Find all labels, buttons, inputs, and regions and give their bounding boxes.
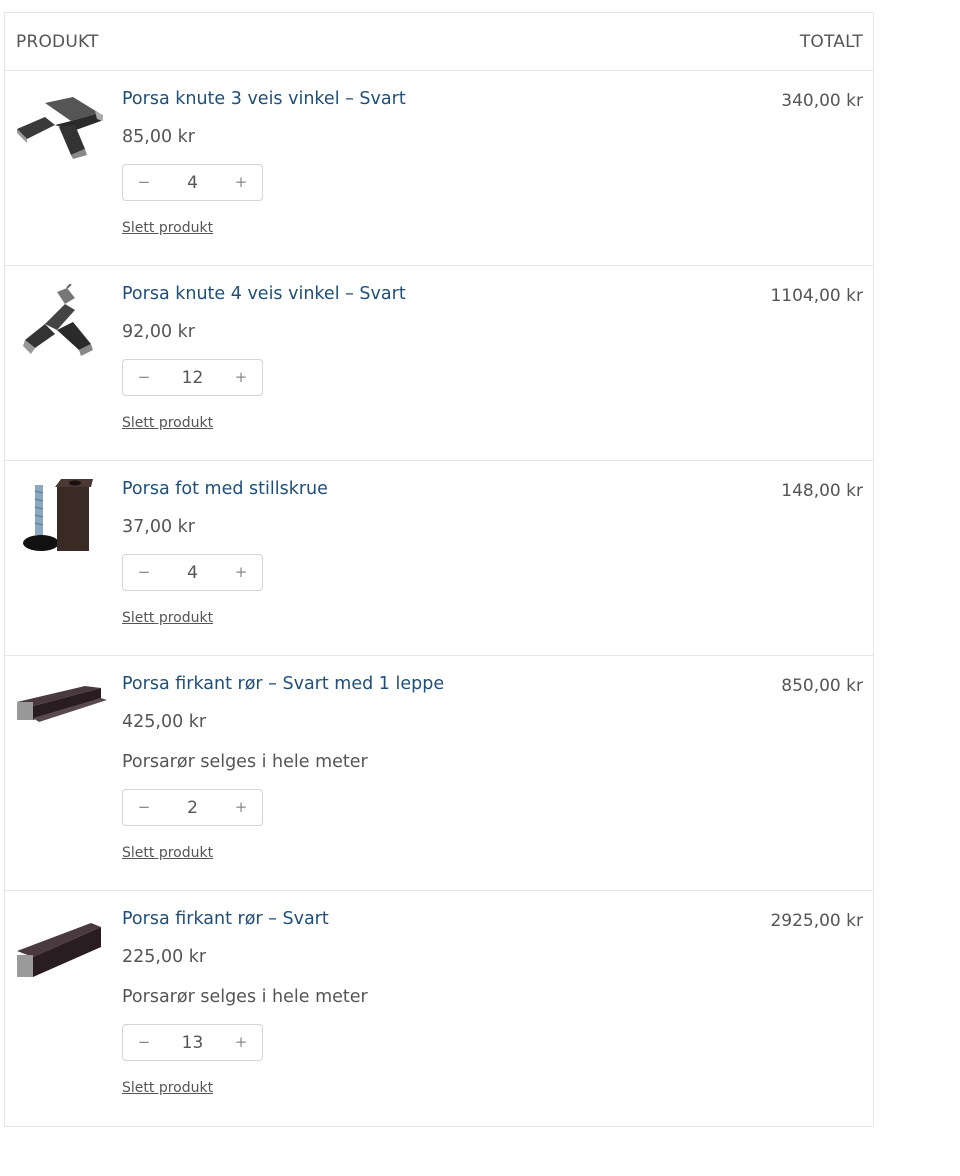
decrease-button[interactable]: − bbox=[134, 563, 154, 581]
line-total: 1104,00 kr bbox=[770, 286, 863, 306]
remove-product-link[interactable]: Slett produkt bbox=[122, 415, 213, 431]
quantity-stepper[interactable]: − 4 + bbox=[122, 554, 263, 591]
header-total: TOTALT bbox=[799, 32, 863, 52]
remove-product-link[interactable]: Slett produkt bbox=[122, 1080, 213, 1096]
square-tube-lip-icon[interactable] bbox=[15, 674, 107, 754]
sales-note: Porsarør selges i hele meter bbox=[122, 987, 368, 1007]
item-info: Porsa firkant rør – Svart 225,00 kr Pors… bbox=[122, 908, 873, 1096]
quantity-value[interactable]: 12 bbox=[163, 368, 222, 388]
quantity-stepper[interactable]: − 4 + bbox=[122, 164, 263, 201]
corner-connector-4way-icon[interactable] bbox=[15, 284, 107, 364]
item-info: Porsa knute 3 veis vinkel – Svart 85,00 … bbox=[122, 88, 873, 236]
cart-row: Porsa knute 3 veis vinkel – Svart 85,00 … bbox=[5, 71, 873, 266]
line-total: 340,00 kr bbox=[781, 91, 863, 111]
square-tube-icon[interactable] bbox=[15, 909, 107, 989]
quantity-stepper[interactable]: − 2 + bbox=[122, 789, 263, 826]
increase-button[interactable]: + bbox=[231, 798, 251, 816]
quantity-stepper[interactable]: − 13 + bbox=[122, 1024, 263, 1061]
header-product: PRODUKT bbox=[16, 32, 99, 52]
item-info: Porsa fot med stillskrue 37,00 kr − 4 + … bbox=[122, 478, 873, 626]
decrease-button[interactable]: − bbox=[134, 1033, 154, 1051]
product-name-link[interactable]: Porsa knute 3 veis vinkel – Svart bbox=[122, 88, 873, 110]
cart-row: Porsa firkant rør – Svart 225,00 kr Pors… bbox=[5, 891, 873, 1126]
product-name-link[interactable]: Porsa firkant rør – Svart med 1 leppe bbox=[122, 673, 873, 695]
decrease-button[interactable]: − bbox=[134, 368, 154, 386]
unit-price: 425,00 kr bbox=[122, 712, 207, 732]
decrease-button[interactable]: − bbox=[134, 798, 154, 816]
item-info: Porsa knute 4 veis vinkel – Svart 92,00 … bbox=[122, 283, 873, 431]
cart-row: Porsa knute 4 veis vinkel – Svart 92,00 … bbox=[5, 266, 873, 461]
line-total: 850,00 kr bbox=[781, 676, 863, 696]
cart-header: PRODUKT TOTALT bbox=[5, 13, 873, 71]
remove-product-link[interactable]: Slett produkt bbox=[122, 845, 213, 861]
increase-button[interactable]: + bbox=[231, 368, 251, 386]
line-total: 2925,00 kr bbox=[770, 911, 863, 931]
quantity-value[interactable]: 2 bbox=[163, 798, 222, 818]
quantity-value[interactable]: 4 bbox=[163, 173, 222, 193]
unit-price: 85,00 kr bbox=[122, 127, 195, 147]
sales-note: Porsarør selges i hele meter bbox=[122, 752, 368, 772]
quantity-stepper[interactable]: − 12 + bbox=[122, 359, 263, 396]
cart-row: Porsa fot med stillskrue 37,00 kr − 4 + … bbox=[5, 461, 873, 656]
remove-product-link[interactable]: Slett produkt bbox=[122, 220, 213, 236]
item-info: Porsa firkant rør – Svart med 1 leppe 42… bbox=[122, 673, 873, 861]
unit-price: 92,00 kr bbox=[122, 322, 195, 342]
increase-button[interactable]: + bbox=[231, 563, 251, 581]
adjustable-foot-icon[interactable] bbox=[15, 479, 107, 559]
unit-price: 225,00 kr bbox=[122, 947, 207, 967]
cart-row: Porsa firkant rør – Svart med 1 leppe 42… bbox=[5, 656, 873, 891]
product-name-link[interactable]: Porsa fot med stillskrue bbox=[122, 478, 873, 500]
cart-table: PRODUKT TOTALT Porsa knute 3 veis vinkel… bbox=[4, 12, 874, 1127]
product-name-link[interactable]: Porsa knute 4 veis vinkel – Svart bbox=[122, 283, 873, 305]
product-name-link[interactable]: Porsa firkant rør – Svart bbox=[122, 908, 873, 930]
increase-button[interactable]: + bbox=[231, 1033, 251, 1051]
decrease-button[interactable]: − bbox=[134, 173, 154, 191]
increase-button[interactable]: + bbox=[231, 173, 251, 191]
line-total: 148,00 kr bbox=[781, 481, 863, 501]
quantity-value[interactable]: 4 bbox=[163, 563, 222, 583]
quantity-value[interactable]: 13 bbox=[163, 1033, 222, 1053]
corner-connector-3way-icon[interactable] bbox=[15, 89, 107, 169]
unit-price: 37,00 kr bbox=[122, 517, 195, 537]
remove-product-link[interactable]: Slett produkt bbox=[122, 610, 213, 626]
